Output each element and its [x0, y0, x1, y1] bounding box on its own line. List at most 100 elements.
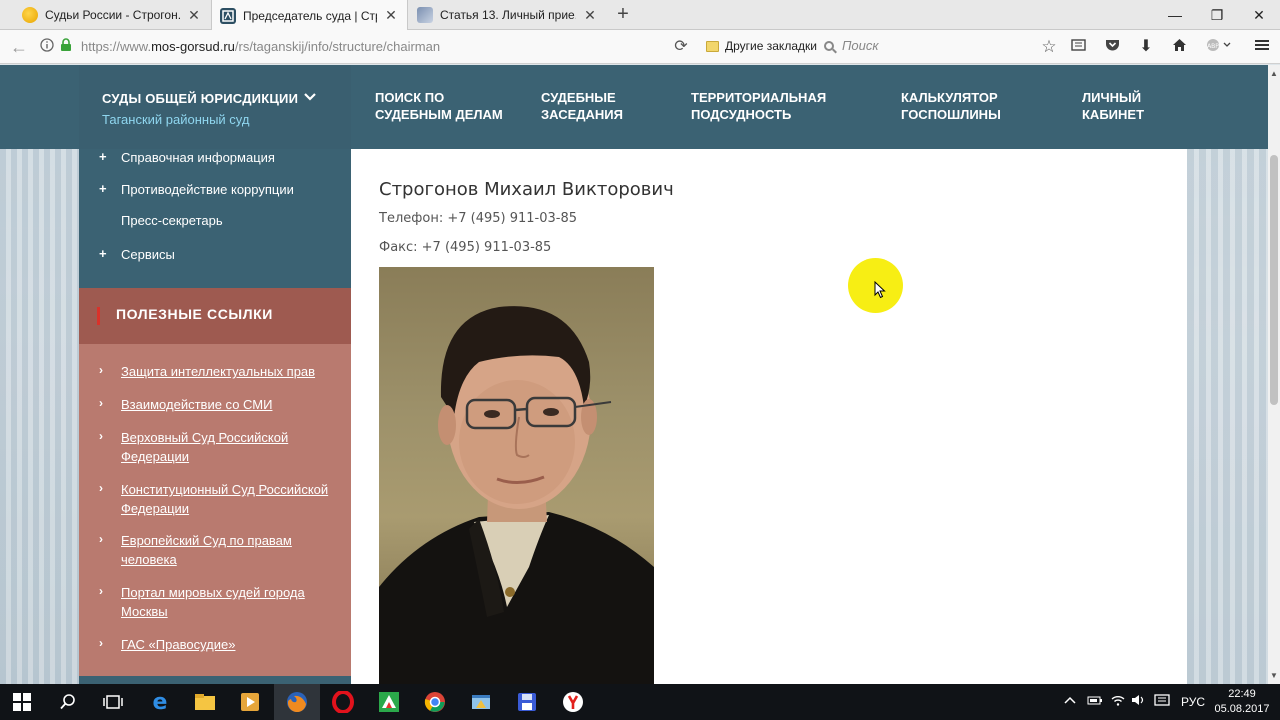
file-explorer-icon[interactable]	[193, 690, 217, 714]
scroll-up-arrow-icon[interactable]: ▲	[1270, 69, 1278, 78]
chevron-right-icon: ›	[99, 584, 103, 598]
sidebar-item-reference-info[interactable]: Справочная информация	[121, 150, 275, 165]
maximize-window-button[interactable]: ❐	[1194, 0, 1240, 30]
url-prefix: https://www.	[81, 39, 152, 54]
chevron-right-icon: ›	[99, 363, 103, 377]
browser-tab[interactable]: Судьи России - Строгон... ✕	[14, 0, 210, 30]
save-disk-icon[interactable]	[515, 690, 539, 714]
close-tab-icon[interactable]: ✕	[383, 7, 399, 24]
useful-link[interactable]: Защита интеллектуальных прав	[121, 363, 333, 382]
tab-title: Статья 13. Личный прие...	[440, 8, 576, 22]
sidebar-item-anti-corruption[interactable]: Противодействие коррупции	[121, 182, 294, 197]
reading-list-icon[interactable]	[1069, 38, 1087, 56]
fax-number: Факс: +7 (495) 911-03-85	[379, 240, 552, 255]
city-background-right	[1187, 65, 1268, 684]
menu-territorial-jurisdiction[interactable]: ТЕРРИТОРИАЛЬНАЯ ПОДСУДНОСТЬ	[691, 89, 826, 123]
chevron-down-icon[interactable]	[304, 89, 316, 105]
site-top-navigation	[0, 65, 1268, 149]
media-player-icon[interactable]	[238, 690, 262, 714]
accent-bar	[97, 307, 100, 325]
bookmark-star-icon[interactable]: ☆	[1040, 38, 1058, 56]
search-icon[interactable]	[56, 690, 80, 714]
sidebar-item-press-secretary[interactable]: Пресс-секретарь	[121, 213, 223, 228]
edge-browser-icon[interactable]: e	[148, 690, 172, 714]
close-tab-icon[interactable]: ✕	[186, 7, 202, 24]
adblock-extension-icon[interactable]: ABP	[1205, 38, 1231, 56]
chevron-right-icon: ›	[99, 532, 103, 546]
sidebar-footer	[79, 676, 351, 684]
site-info-icon[interactable]	[38, 38, 56, 56]
browser-navigation-bar: ← https://www.mos-gorsud.ru/rs/taganskij…	[0, 30, 1280, 64]
yandex-browser-icon[interactable]	[561, 690, 585, 714]
clock-time: 22:49	[1228, 688, 1256, 700]
windows-taskbar: e РУС 22:49 05.08.2017	[0, 684, 1280, 720]
court-selector[interactable]	[79, 65, 351, 149]
svg-text:e: e	[153, 691, 168, 713]
opera-icon[interactable]	[331, 690, 355, 714]
url-domain: mos-gorsud.ru	[151, 39, 235, 54]
close-window-button[interactable]: ✕	[1236, 0, 1280, 30]
search-placeholder: Поиск	[842, 38, 879, 53]
app-tile-icon[interactable]	[377, 690, 401, 714]
chrome-icon[interactable]	[423, 690, 447, 714]
input-language-indicator[interactable]: РУС	[1181, 695, 1205, 709]
system-clock[interactable]: 22:49 05.08.2017	[1212, 687, 1272, 717]
downloads-icon[interactable]: ⬇	[1137, 38, 1155, 56]
scroll-down-arrow-icon[interactable]: ▼	[1270, 671, 1278, 680]
useful-link[interactable]: Портал мировых судей города Москвы	[121, 584, 333, 621]
menu-personal-account[interactable]: ЛИЧНЫЙ КАБИНЕТ	[1082, 89, 1144, 123]
task-view-icon[interactable]	[101, 690, 125, 714]
back-arrow-icon[interactable]: ←	[10, 38, 28, 56]
expand-plus-icon[interactable]: +	[99, 181, 107, 196]
address-bar[interactable]: https://www.mos-gorsud.ru/rs/taganskij/i…	[81, 39, 440, 54]
clock-date: 05.08.2017	[1214, 703, 1270, 715]
expand-plus-icon[interactable]: +	[99, 149, 107, 164]
windows-start-icon[interactable]	[10, 690, 34, 714]
city-background-left	[0, 65, 79, 684]
useful-links-title: ПОЛЕЗНЫЕ ССЫЛКИ	[116, 306, 273, 322]
folder-icon	[706, 40, 719, 52]
useful-link[interactable]: ГАС «Правосудие»	[121, 636, 333, 655]
battery-icon[interactable]	[1087, 694, 1103, 709]
chevron-right-icon: ›	[99, 481, 103, 495]
menu-court-sessions[interactable]: СУДЕБНЫЕ ЗАСЕДАНИЯ	[541, 89, 623, 123]
menu-case-search[interactable]: ПОИСК ПО СУДЕБНЫМ ДЕЛАМ	[375, 89, 503, 123]
useful-link[interactable]: Верховный Суд Российской Федерации	[121, 429, 333, 466]
page-scrollbar[interactable]: ▲ ▼	[1268, 65, 1280, 684]
firefox-icon[interactable]	[285, 690, 309, 714]
reload-icon[interactable]: ⟳	[672, 38, 690, 56]
browser-tab-strip: Судьи России - Строгон... ✕ Председатель…	[0, 0, 1280, 31]
tab-title: Председатель суда | Стру...	[243, 8, 377, 23]
court-selector-title[interactable]: СУДЫ ОБЩЕЙ ЮРИСДИКЦИИ	[102, 91, 298, 106]
chevron-right-icon: ›	[99, 636, 103, 650]
tab-title: Судьи России - Строгон...	[45, 8, 180, 22]
useful-link[interactable]: Взаимодействие со СМИ	[121, 396, 333, 415]
other-bookmarks-button[interactable]: Другие закладки	[706, 39, 817, 53]
court-selector-subtitle[interactable]: Таганский районный суд	[102, 112, 249, 127]
wifi-icon[interactable]	[1110, 694, 1126, 709]
volume-icon[interactable]	[1131, 694, 1147, 709]
useful-link[interactable]: Конституционный Суд Российской Федерации	[121, 481, 333, 518]
mos-gorsud-favicon-icon	[220, 7, 236, 24]
menu-fee-calculator[interactable]: КАЛЬКУЛЯТОР ГОСПОШЛИНЫ	[901, 89, 1001, 123]
app-window-icon[interactable]	[469, 690, 493, 714]
new-tab-button[interactable]: +	[612, 4, 634, 26]
menu-hamburger-icon[interactable]	[1253, 38, 1271, 56]
phone-number: Телефон: +7 (495) 911-03-85	[379, 211, 577, 226]
minimize-window-button[interactable]: —	[1152, 0, 1198, 30]
expand-plus-icon[interactable]: +	[99, 246, 107, 261]
notifications-icon[interactable]	[1154, 694, 1170, 711]
browser-tab-active[interactable]: Председатель суда | Стру... ✕	[211, 0, 408, 31]
show-hidden-icons-chevron-up-icon[interactable]	[1064, 694, 1076, 708]
search-field[interactable]: Поиск	[824, 38, 879, 53]
sidebar-item-services[interactable]: Сервисы	[121, 247, 175, 262]
chevron-right-icon: ›	[99, 396, 103, 410]
useful-link[interactable]: Европейский Суд по правам человека	[121, 532, 333, 569]
pocket-icon[interactable]	[1103, 38, 1121, 56]
home-icon[interactable]	[1170, 38, 1188, 56]
mouse-pointer-icon	[874, 280, 886, 304]
browser-tab[interactable]: Статья 13. Личный прие... ✕	[409, 0, 606, 30]
bookmarks-label: Другие закладки	[725, 39, 817, 53]
scrollbar-thumb[interactable]	[1270, 155, 1278, 405]
close-tab-icon[interactable]: ✕	[582, 7, 598, 24]
